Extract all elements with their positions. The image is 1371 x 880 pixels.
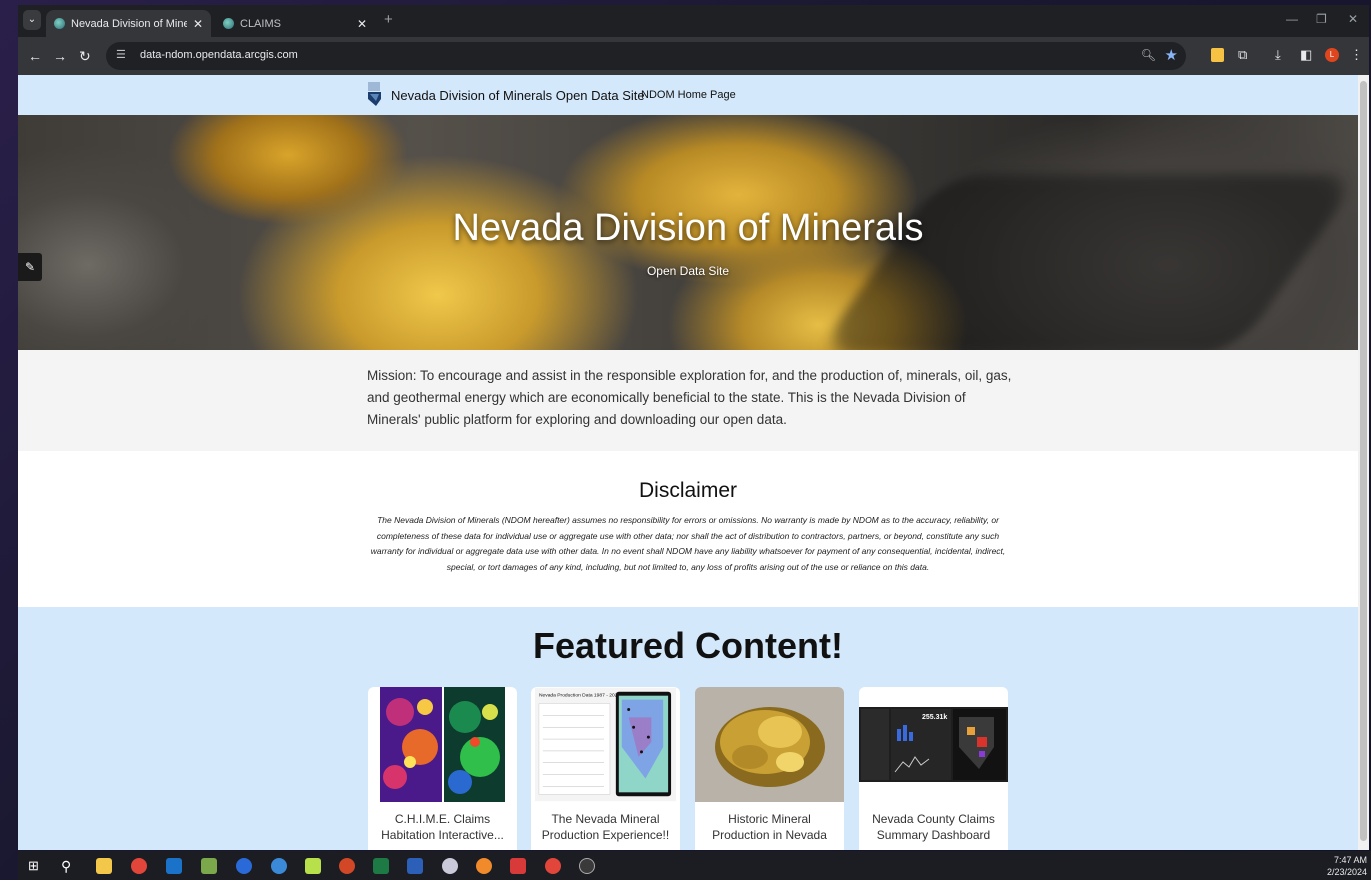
restore-icon[interactable]: ❐	[1316, 12, 1327, 26]
dashboard-value: 255.31k	[922, 714, 947, 721]
heatmap-thumbnail	[380, 687, 505, 802]
tab-claims[interactable]: CLAIMS ✕	[215, 10, 375, 37]
tab-title: Nevada Division of Minerals Op	[71, 17, 187, 30]
tab-search-button[interactable]: ⌄	[23, 10, 41, 30]
mission-text: Mission: To encourage and assist in the …	[367, 368, 1012, 427]
word-icon[interactable]	[407, 858, 423, 874]
thumb-title: Nevada Production Data 1987 - 2021	[539, 693, 621, 699]
production-map-thumbnail: Nevada Production Data 1987 - 2021	[535, 687, 676, 802]
close-window-icon[interactable]: ✕	[1348, 12, 1358, 26]
site-header: Nevada Division of Minerals Open Data Si…	[18, 75, 1358, 115]
firefox-icon[interactable]	[476, 858, 492, 874]
disclaimer-heading: Disclaimer	[638, 479, 737, 502]
dashboard-thumbnail: 255.31k	[859, 707, 1008, 782]
close-tab-icon[interactable]: ✕	[193, 17, 203, 31]
zoom-icon[interactable]: 🔍︎	[1141, 48, 1156, 62]
menu-dots-icon[interactable]: ⋮	[1350, 47, 1363, 63]
powerpoint-icon[interactable]	[339, 858, 355, 874]
notes-extension-icon[interactable]	[1211, 48, 1224, 62]
hero-subtitle: Open Data Site	[646, 264, 730, 278]
scrollbar-thumb[interactable]	[1360, 81, 1367, 841]
reload-icon[interactable]: ↻	[79, 47, 91, 65]
hero-shadow	[814, 175, 1358, 350]
file-explorer-icon[interactable]	[96, 858, 112, 874]
card-title[interactable]: C.H.I.M.E. Claims Habitation Interactive…	[372, 811, 513, 843]
new-tab-button[interactable]: +	[384, 11, 393, 28]
back-icon[interactable]: ←	[28, 47, 42, 65]
chrome-icon[interactable]	[131, 858, 147, 874]
featured-heading: Featured Content!	[533, 625, 843, 666]
bookmark-star-icon[interactable]: ★	[1165, 46, 1178, 64]
card-title[interactable]: Historic Mineral Production in Nevada	[699, 811, 840, 843]
side-panel-icon[interactable]: ◧	[1300, 47, 1312, 63]
toolbar: ← → ↻ ☰ data-ndom.opendata.arcgis.com 🔍︎…	[18, 37, 1369, 75]
download-icon[interactable]: ⤓	[1275, 47, 1281, 63]
disclaimer-text: The Nevada Division of Minerals (NDOM he…	[370, 515, 1006, 572]
card-title[interactable]: The Nevada Mineral Production Experience…	[535, 811, 676, 843]
address-bar[interactable]: ☰ data-ndom.opendata.arcgis.com 🔍︎ ★	[106, 42, 1186, 70]
card-title[interactable]: Nevada County Claims Summary Dashboard	[863, 811, 1004, 843]
profile-avatar[interactable]: L	[1325, 48, 1339, 62]
pycharm-icon[interactable]	[305, 858, 321, 874]
nevada-logo-icon[interactable]	[367, 81, 383, 107]
tab-ndom[interactable]: Nevada Division of Minerals Op ✕	[46, 10, 211, 37]
app-icon[interactable]	[271, 858, 287, 874]
mission-section: Mission: To encourage and assist in the …	[18, 350, 1358, 451]
app-icon[interactable]	[442, 858, 458, 874]
site-name[interactable]: Nevada Division of Minerals Open Data Si…	[391, 88, 645, 103]
featured-card[interactable]: 255.31k Nevada County Claims Summary Das…	[859, 687, 1008, 850]
url-text[interactable]: data-ndom.opendata.arcgis.com	[140, 49, 298, 61]
app-icon[interactable]	[579, 858, 595, 874]
globe-favicon-icon	[54, 18, 65, 29]
windows-taskbar: ⊞ ⚲ 7:47 AM 2/23/2024	[18, 851, 1371, 880]
app-icon[interactable]	[201, 858, 217, 874]
ndom-home-link[interactable]: NDOM Home Page	[641, 89, 736, 101]
tab-title: CLAIMS	[240, 17, 281, 30]
clock-date: 2/23/2024	[1326, 867, 1367, 877]
clock-time: 7:47 AM	[1333, 855, 1367, 865]
hero-title: Nevada Division of Minerals	[452, 207, 924, 249]
hero-banner: Nevada Division of Minerals Open Data Si…	[18, 115, 1358, 350]
forward-icon[interactable]: →	[53, 47, 67, 65]
outlook-icon[interactable]	[166, 858, 182, 874]
featured-card[interactable]: C.H.I.M.E. Claims Habitation Interactive…	[368, 687, 517, 850]
excel-icon[interactable]	[373, 858, 389, 874]
minimize-icon[interactable]: —	[1286, 12, 1298, 26]
featured-card[interactable]: Nevada Production Data 1987 - 2021 The N…	[531, 687, 680, 850]
featured-card[interactable]: Historic Mineral Production in Nevada	[695, 687, 844, 850]
close-tab-icon[interactable]: ✕	[357, 17, 367, 31]
search-icon[interactable]: ⚲	[61, 858, 77, 874]
featured-section: Featured Content! C.H.I.M.E. Claims Habi…	[18, 607, 1358, 850]
extensions-icon[interactable]: ⧉	[1238, 47, 1247, 63]
page-viewport: Nevada Division of Minerals Open Data Si…	[18, 75, 1358, 850]
disclaimer-section: Disclaimer The Nevada Division of Minera…	[18, 451, 1358, 607]
globe-favicon-icon	[223, 18, 234, 29]
windows-start-icon[interactable]: ⊞	[28, 858, 44, 874]
app-icon[interactable]	[236, 858, 252, 874]
system-clock[interactable]: 7:47 AM 2/23/2024	[1327, 854, 1367, 878]
edit-pencil-icon[interactable]: ✎	[18, 253, 42, 281]
tab-strip: ⌄ Nevada Division of Minerals Op ✕ CLAIM…	[18, 5, 1369, 37]
chrome-icon[interactable]	[545, 858, 561, 874]
site-settings-icon[interactable]: ☰	[116, 49, 128, 61]
browser-window: ⌄ Nevada Division of Minerals Op ✕ CLAIM…	[18, 5, 1369, 850]
app-icon[interactable]	[510, 858, 526, 874]
gold-nugget-thumbnail	[695, 687, 844, 802]
vertical-scrollbar[interactable]	[1358, 75, 1369, 850]
